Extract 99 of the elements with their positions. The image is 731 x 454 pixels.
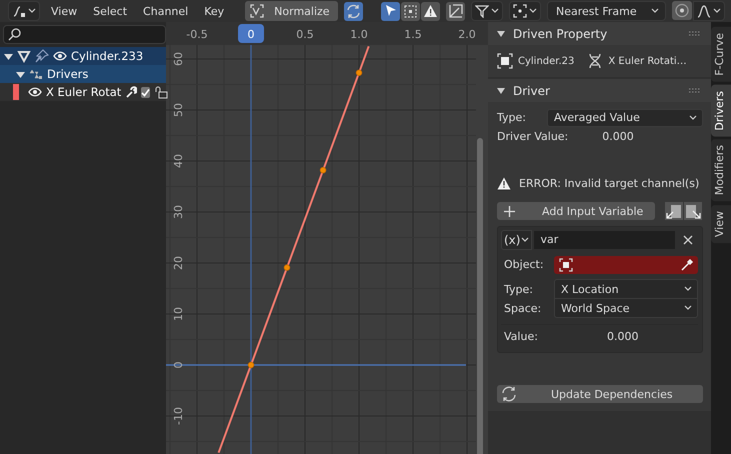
panel-header[interactable]: Driven Property: [488, 22, 711, 45]
caret-icon: [521, 237, 530, 243]
axis-tick-label: 10: [172, 307, 185, 321]
error-message: ERROR: Invalid target channel(s): [519, 176, 700, 190]
checkbox[interactable]: [141, 86, 150, 98]
falloff-curve-icon: [697, 4, 711, 18]
filter-icon: [475, 4, 489, 18]
field-label: Type:: [504, 282, 534, 296]
keyframe-point[interactable]: [320, 167, 326, 174]
axis-tick-label: 40: [172, 154, 185, 168]
eye-icon[interactable]: [53, 49, 67, 63]
axis-tick-label: 1.5: [404, 28, 422, 41]
field-label: Value:: [504, 330, 539, 343]
caret-icon: [684, 286, 692, 292]
scrollbar[interactable]: [477, 138, 483, 454]
search-field[interactable]: [3, 25, 166, 44]
channel-row[interactable]: Cylinder.233: [0, 47, 166, 65]
graph-icon: [12, 4, 26, 18]
box-select-icon[interactable]: [401, 2, 420, 20]
check-icon: [141, 88, 150, 96]
object-icon: [497, 53, 513, 69]
axis-tick-label: -0.5: [186, 28, 208, 41]
type-dropdown[interactable]: Averaged Value: [547, 108, 703, 126]
panel-header[interactable]: Driver: [488, 79, 711, 102]
field-label: Driver Value:: [497, 130, 568, 143]
update-dependencies-button[interactable]: Update Dependencies: [497, 385, 703, 403]
caret-icon: [491, 8, 499, 14]
axis-tick-label: 1.0: [350, 28, 368, 41]
transform-type-dropdown[interactable]: X Location: [554, 279, 698, 299]
caret-icon: [713, 8, 721, 14]
paste-clipboard-icon[interactable]: [684, 202, 702, 220]
warning-icon[interactable]: [421, 2, 440, 20]
property-name: X Euler Rotati…: [608, 56, 687, 66]
falloff-dropdown[interactable]: [693, 1, 725, 21]
menu-item[interactable]: View: [46, 4, 82, 18]
editor-type-dropdown[interactable]: [8, 1, 40, 21]
axis-tick-label: 0: [172, 362, 185, 368]
pivot-dropdown[interactable]: [509, 1, 541, 21]
normalize-icon: [250, 4, 264, 18]
eye-icon[interactable]: [28, 85, 42, 99]
field-label: Type:: [497, 111, 527, 124]
close-icon[interactable]: [682, 234, 694, 246]
object-name: Cylinder.23: [518, 56, 574, 66]
axis-tick-label: 60: [172, 52, 185, 66]
axis-tick-label: 20: [172, 256, 185, 270]
axis-tick-label: 0.5: [296, 28, 314, 41]
add-variable-button[interactable]: Add Input Variable: [497, 202, 655, 220]
object-icon: [559, 258, 573, 272]
search-icon: [8, 28, 21, 41]
snap-dropdown[interactable]: Nearest Frame: [547, 1, 666, 21]
drag-handle-icon: [688, 88, 702, 94]
eyedropper-icon[interactable]: [680, 258, 694, 272]
axis-tick-label: 30: [172, 205, 185, 220]
sidebar-tab[interactable]: F-Curve: [711, 27, 731, 82]
lock-open-icon[interactable]: [154, 85, 168, 99]
axis-tick-label: 50: [172, 103, 185, 118]
caret-icon: [28, 8, 36, 14]
object-field[interactable]: [554, 256, 698, 274]
variable-type-dropdown[interactable]: (x): [501, 230, 532, 250]
axis-tick-label: 2.0: [458, 28, 476, 41]
sidebar-tab[interactable]: Drivers: [711, 84, 731, 136]
space-dropdown[interactable]: World Space: [554, 299, 698, 318]
variable-name-field[interactable]: var: [534, 231, 675, 249]
drag-handle-icon: [688, 30, 702, 36]
pin-icon[interactable]: [35, 49, 49, 63]
driver-value: 0.000: [602, 130, 634, 143]
refresh-icon: [501, 386, 517, 402]
proportional-icon[interactable]: [672, 1, 692, 20]
refresh-icon[interactable]: [344, 2, 363, 20]
keyframe-point[interactable]: [284, 264, 290, 271]
copy-clipboard-icon[interactable]: [665, 202, 683, 220]
channel-row[interactable]: Drivers: [0, 65, 166, 83]
axis-tick-label: -10: [172, 407, 185, 425]
mesh-cone-icon: [17, 49, 31, 63]
wrench-icon[interactable]: [125, 86, 138, 98]
menu-item[interactable]: Key: [199, 4, 230, 18]
caret-icon: [529, 8, 537, 14]
time-ruler[interactable]: [166, 22, 476, 45]
sidebar-tab[interactable]: View: [711, 204, 731, 243]
keyframe-point[interactable]: [248, 362, 254, 368]
disclosure-triangle-icon[interactable]: [16, 70, 25, 78]
caret-icon: [651, 8, 659, 14]
variable-value: 0.000: [607, 330, 638, 343]
channel-row[interactable]: X Euler Rotat: [0, 83, 166, 101]
caret-icon: [684, 305, 692, 311]
menu-item[interactable]: Channel: [138, 4, 194, 18]
disclosure-triangle-icon[interactable]: [4, 52, 13, 60]
field-label: Space:: [504, 302, 542, 315]
keyframe-point[interactable]: [356, 70, 362, 76]
sidebar-tab[interactable]: Modifiers: [711, 139, 731, 202]
caret-icon: [689, 114, 697, 120]
menu-item[interactable]: Select: [88, 4, 132, 18]
plus-icon: [504, 206, 515, 216]
field-label: Object:: [504, 258, 545, 271]
current-frame-indicator[interactable]: 0: [238, 24, 264, 43]
normalize-button[interactable]: Normalize: [245, 1, 338, 21]
pivot-icon: [513, 4, 527, 18]
filter-dropdown[interactable]: [471, 1, 503, 21]
warning-icon: [497, 176, 511, 190]
